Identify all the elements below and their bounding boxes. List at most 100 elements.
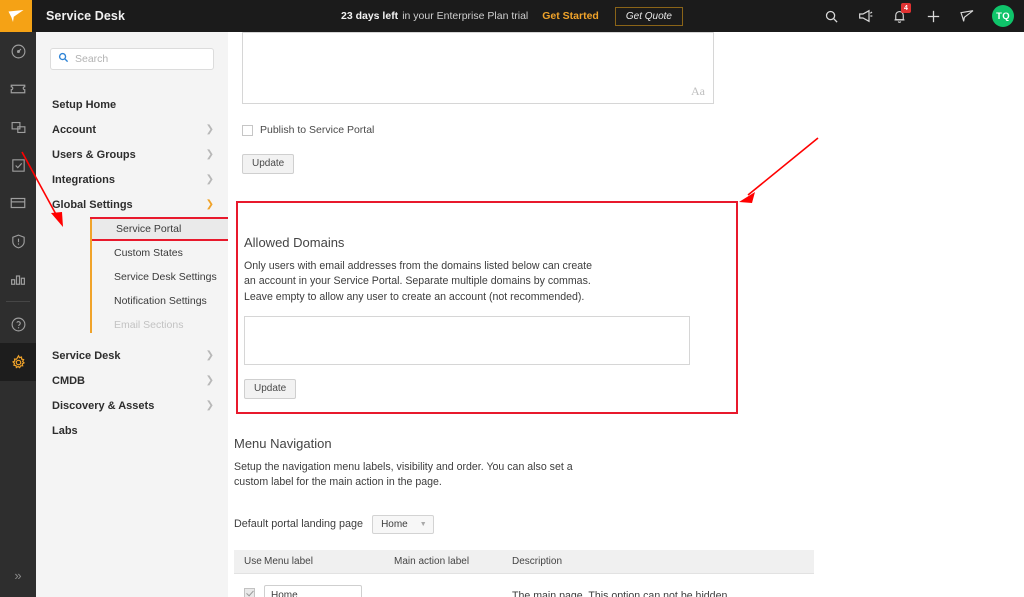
megaphone-icon[interactable]: [848, 0, 882, 32]
bell-icon[interactable]: 4: [882, 0, 916, 32]
menu-navigation-title: Menu Navigation: [234, 436, 332, 451]
table-row: The main page. This option can not be hi…: [234, 573, 814, 597]
sidebar-item-label: Integrations: [52, 173, 115, 186]
allowed-domains-description: Only users with email addresses from the…: [244, 260, 592, 303]
chevron-down-icon: ❯: [205, 198, 214, 210]
chevron-right-icon: ❯: [205, 349, 214, 361]
sidebar-subitem-label: Custom States: [114, 247, 183, 259]
sidebar-item-label: CMDB: [52, 374, 85, 387]
allowed-domains-title: Allowed Domains: [244, 235, 345, 250]
app-root: Service Desk 23 days left in your Enterp…: [0, 0, 1024, 597]
sidebar-item-service-desk[interactable]: Service Desk ❯: [36, 343, 228, 368]
shield-icon[interactable]: [0, 222, 36, 260]
devices-icon[interactable]: [0, 108, 36, 146]
sidebar-item-label: Discovery & Assets: [52, 399, 155, 412]
row-main-action-cell: [394, 573, 512, 597]
sidebar-item-integrations[interactable]: Integrations ❯: [36, 167, 228, 192]
reports-icon[interactable]: [0, 260, 36, 298]
sidebar-subitem-label: Notification Settings: [114, 295, 207, 307]
sidebar-item-label: Setup Home: [52, 98, 117, 111]
chevron-down-icon: ▼: [419, 520, 427, 528]
sidebar-item-custom-states[interactable]: Custom States: [36, 241, 228, 265]
menu-navigation-description: Setup the navigation menu labels, visibi…: [234, 461, 573, 489]
sidebar-item-users-groups[interactable]: Users & Groups ❯: [36, 142, 228, 167]
sidebar-item-account[interactable]: Account ❯: [36, 117, 228, 142]
update-button-allowed-domains[interactable]: Update: [244, 379, 297, 400]
chevron-right-icon: ❯: [205, 399, 214, 411]
get-started-link[interactable]: Get Started: [542, 10, 599, 22]
ticket-icon[interactable]: [0, 70, 36, 108]
menu-navigation-table: Use Menu label Main action label Descrip…: [234, 549, 814, 597]
global-settings-subnav: Service Portal Custom States Service Des…: [36, 217, 228, 337]
format-text-icon[interactable]: Aa: [691, 84, 705, 99]
column-header-description: Description: [512, 549, 814, 574]
avatar[interactable]: TQ: [992, 5, 1014, 27]
rail-divider: [6, 301, 30, 302]
sidebar-item-label: Users & Groups: [52, 148, 136, 161]
column-header-use: Use: [234, 549, 264, 574]
sidebar-subitem-label: Email Sections: [114, 319, 184, 331]
chevron-right-icon: ❯: [205, 173, 214, 185]
icon-rail: »: [0, 32, 36, 597]
row-description-text: The main page. This option can not be hi…: [512, 589, 731, 597]
chevron-right-icon: ❯: [205, 123, 214, 135]
publish-to-portal-label: Publish to Service Portal: [260, 124, 375, 136]
gear-icon[interactable]: [0, 343, 36, 381]
trial-days: 23 days left: [340, 10, 399, 22]
sidebar-nav: Setup Home Account ❯ Users & Groups ❯ In…: [36, 92, 228, 443]
help-icon[interactable]: [0, 305, 36, 343]
app-logo-icon[interactable]: [0, 0, 32, 32]
search-input[interactable]: [75, 53, 206, 65]
sidebar-item-label: Labs: [52, 424, 78, 437]
sidebar-item-notification-settings[interactable]: Notification Settings: [36, 289, 228, 313]
top-editor-section: Aa Publish to Service Portal Update: [228, 32, 1024, 174]
default-landing-page-value: Home: [381, 518, 408, 530]
default-landing-page-select[interactable]: Home ▼: [372, 514, 434, 534]
row-menu-label-cell: [264, 573, 394, 597]
sidebar-search: [36, 32, 228, 70]
sidebar-item-discovery-assets[interactable]: Discovery & Assets ❯: [36, 393, 228, 418]
sidebar-subitem-label: Service Desk Settings: [114, 271, 217, 283]
allowed-domains-panel: Allowed Domains Only users with email ad…: [236, 201, 738, 414]
get-quote-button[interactable]: Get Quote: [614, 6, 683, 26]
sidebar-item-cmdb[interactable]: CMDB ❯: [36, 368, 228, 393]
column-header-menu-label: Menu label: [264, 549, 394, 574]
sidebar-item-setup-home[interactable]: Setup Home: [36, 92, 228, 117]
tasks-icon[interactable]: [0, 146, 36, 184]
sidebar-item-service-desk-settings[interactable]: Service Desk Settings: [36, 265, 228, 289]
sidebar-item-global-settings[interactable]: Global Settings ❯: [36, 192, 228, 217]
card-icon[interactable]: [0, 184, 36, 222]
portal-description-textarea[interactable]: Aa: [242, 32, 714, 104]
publish-to-portal-checkbox[interactable]: [242, 124, 253, 136]
default-landing-page-label: Default portal landing page: [234, 518, 364, 531]
expand-sidebar-button[interactable]: »: [0, 561, 36, 589]
paper-plane-icon[interactable]: [950, 0, 984, 32]
search-icon[interactable]: [814, 0, 848, 32]
dashboard-icon[interactable]: [0, 32, 36, 70]
top-icon-group: 4 TQ: [814, 0, 1014, 32]
sidebar-item-label: Service Desk: [52, 349, 121, 362]
notification-badge: 4: [901, 3, 911, 13]
plus-icon[interactable]: [916, 0, 950, 32]
chevron-right-icon: ❯: [205, 374, 214, 386]
column-header-main-action-label: Main action label: [394, 549, 512, 574]
menu-navigation-section: Menu Navigation Setup the navigation men…: [234, 436, 834, 597]
allowed-domains-input[interactable]: [244, 316, 690, 366]
menu-label-input[interactable]: [264, 585, 362, 597]
sidebar-item-email-sections: Email Sections: [36, 313, 228, 337]
sidebar-item-label: Account: [52, 123, 96, 136]
row-description-cell: The main page. This option can not be hi…: [512, 573, 814, 597]
trial-text: in your Enterprise Plan trial: [402, 10, 529, 22]
sidebar-item-service-portal[interactable]: Service Portal: [90, 217, 228, 241]
search-icon: [58, 50, 69, 68]
update-button-top[interactable]: Update: [242, 154, 295, 174]
sidebar-item-labs[interactable]: Labs: [36, 418, 228, 443]
row-use-cell: [234, 573, 264, 597]
sidebar-item-label: Global Settings: [52, 198, 133, 211]
table-header-row: Use Menu label Main action label Descrip…: [234, 549, 814, 574]
app-title: Service Desk: [46, 9, 126, 23]
search-box[interactable]: [50, 48, 214, 70]
row-use-checkbox: [244, 587, 255, 597]
main-content: Aa Publish to Service Portal Update Allo…: [228, 32, 1024, 597]
default-landing-page-row: Default portal landing page Home ▼: [234, 514, 834, 534]
